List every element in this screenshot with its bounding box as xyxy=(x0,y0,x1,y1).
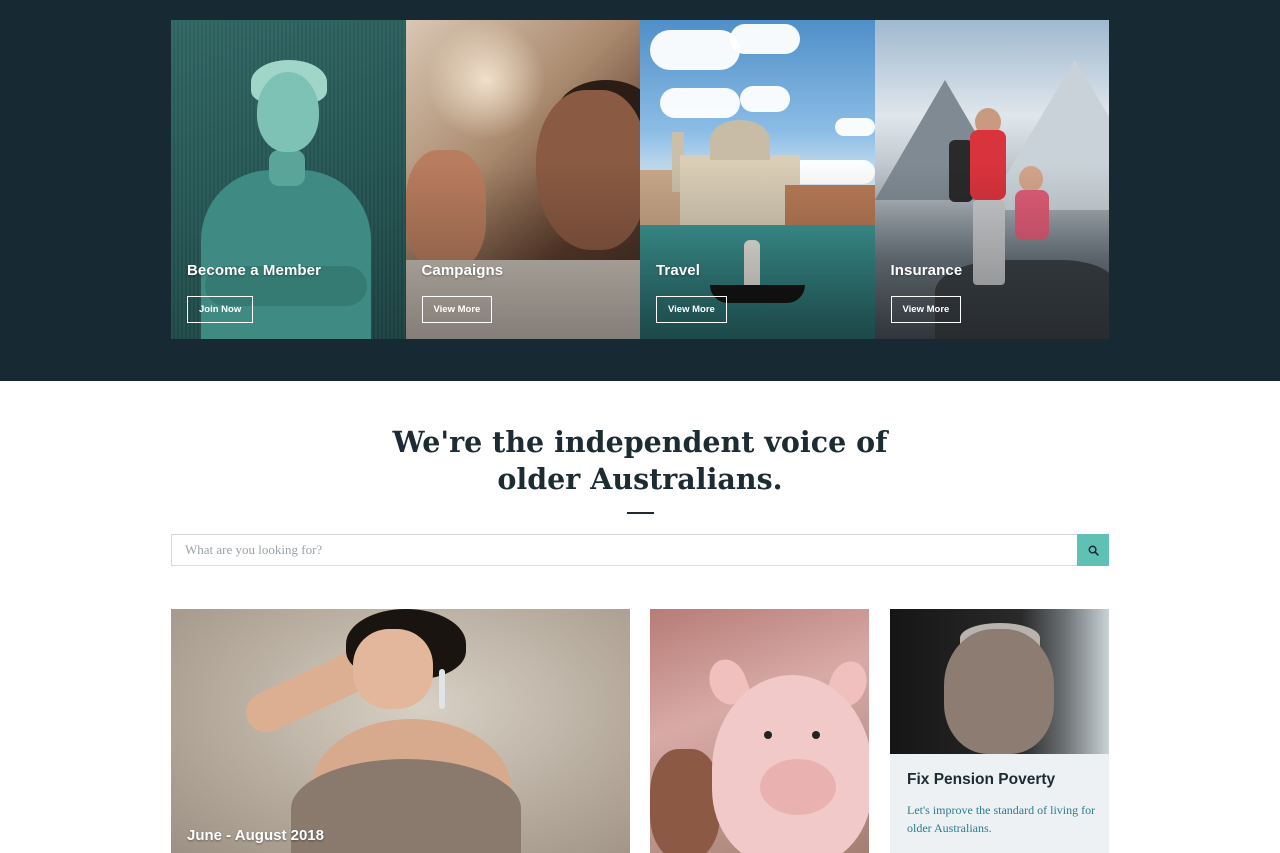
search-button[interactable] xyxy=(1077,534,1109,566)
tagline-line-1: We're the independent voice of xyxy=(392,425,888,459)
search-icon xyxy=(1088,545,1099,556)
tagline-line-2: older Australians. xyxy=(497,462,783,496)
pension-card-text: Let's improve the standard of living for… xyxy=(907,803,1096,835)
site-search xyxy=(171,534,1109,566)
search-input[interactable] xyxy=(171,534,1077,566)
campaigns-view-more-button[interactable]: View More xyxy=(421,296,493,323)
tile-title: Campaigns xyxy=(421,262,504,279)
pension-card[interactable]: Fix Pension Poverty Let's improve the st… xyxy=(890,609,1109,853)
travel-view-more-button[interactable]: View More xyxy=(656,296,727,323)
join-now-button[interactable]: Join Now xyxy=(187,296,254,323)
tile-title: Insurance xyxy=(890,262,963,279)
hero-tiles: Become a Member Join Now Campaigns View … xyxy=(171,20,1109,339)
pension-card-title[interactable]: Fix Pension Poverty xyxy=(907,771,1055,789)
tagline-heading: We're the independent voice of older Aus… xyxy=(0,424,1280,498)
feature-card[interactable]: June - August 2018 xyxy=(171,609,630,853)
feature-card-caption: June - August 2018 xyxy=(187,827,324,844)
tile-become-member[interactable]: Become a Member Join Now xyxy=(171,20,406,339)
hero-banner: Become a Member Join Now Campaigns View … xyxy=(0,0,1280,381)
tile-travel[interactable]: Travel View More xyxy=(640,20,875,339)
tile-insurance[interactable]: Insurance View More xyxy=(874,20,1109,339)
tile-title: Travel xyxy=(656,262,700,279)
divider xyxy=(627,512,654,514)
savings-card[interactable] xyxy=(650,609,869,853)
tile-title: Become a Member xyxy=(187,262,322,279)
insurance-view-more-button[interactable]: View More xyxy=(890,296,962,323)
tile-campaigns[interactable]: Campaigns View More xyxy=(405,20,640,339)
